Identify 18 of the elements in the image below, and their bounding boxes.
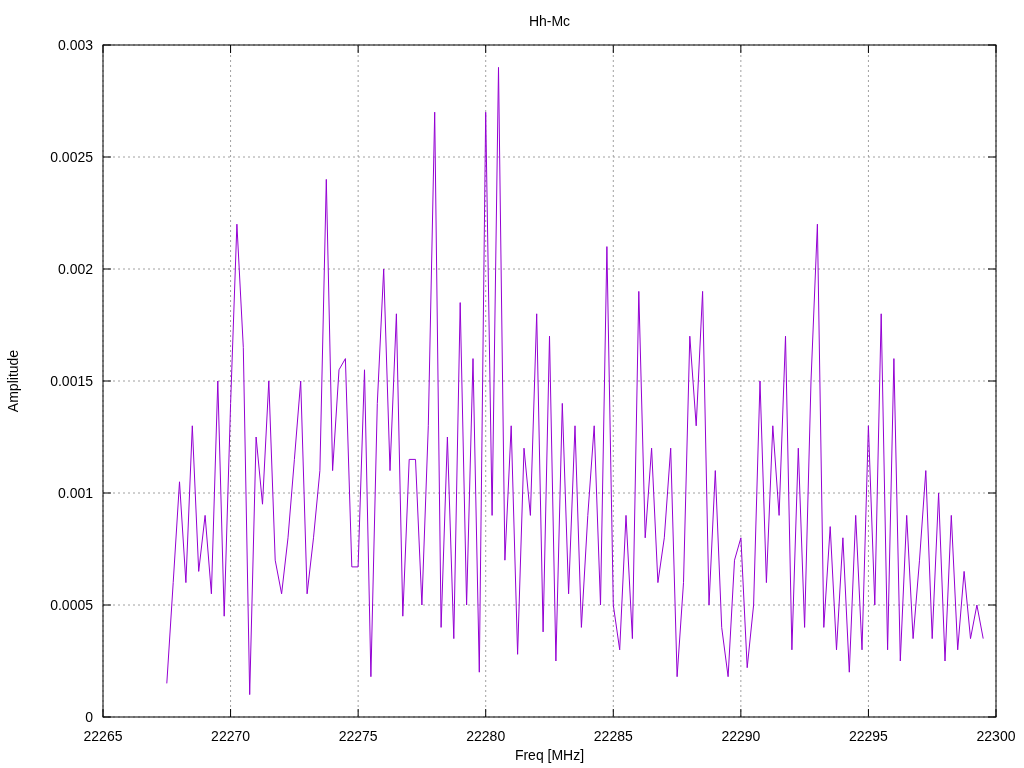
y-tick-label: 0 <box>85 709 93 725</box>
y-tick-label: 0.0005 <box>50 597 93 613</box>
x-tick-label: 22270 <box>211 728 251 744</box>
x-tick-label: 22280 <box>466 728 506 744</box>
y-tick-label: 0.003 <box>57 37 93 53</box>
x-tick-label: 22290 <box>721 728 761 744</box>
y-tick-label: 0.0025 <box>50 149 93 165</box>
chart-title: Hh-Mc <box>528 13 571 29</box>
y-tick-label: 0.0015 <box>50 373 93 389</box>
y-tick-label: 0.001 <box>57 485 93 501</box>
x-tick-label: 22275 <box>338 728 378 744</box>
y-axis-label: Amplitude <box>5 349 21 413</box>
x-tick-label: 22285 <box>593 728 633 744</box>
x-axis-label: Freq [MHz] <box>514 747 585 763</box>
x-tick-label: 22295 <box>848 728 888 744</box>
x-tick-label: 22300 <box>976 728 1016 744</box>
y-tick-label: 0.002 <box>57 261 93 277</box>
x-tick-label: 22265 <box>83 728 123 744</box>
